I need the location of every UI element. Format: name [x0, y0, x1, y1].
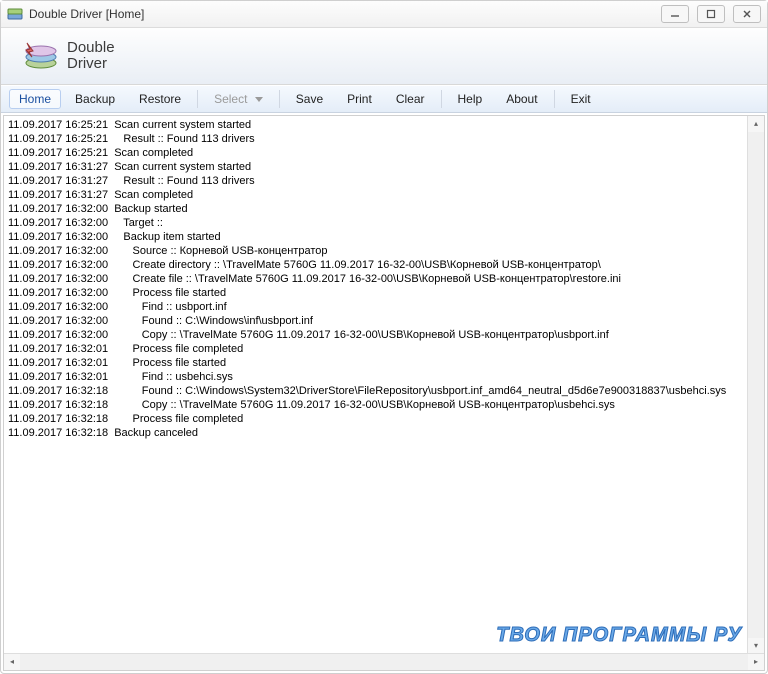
toolbar-select-label: Select	[214, 92, 247, 106]
log-line: 11.09.2017 16:32:00 Create directory :: …	[8, 258, 744, 272]
log-line: 11.09.2017 16:32:00 Find :: usbport.inf	[8, 300, 744, 314]
toolbar-clear[interactable]: Clear	[386, 89, 435, 109]
log-line: 11.09.2017 16:32:00 Create file :: \Trav…	[8, 272, 744, 286]
logo-line1: Double	[67, 40, 115, 56]
window-title: Double Driver [Home]	[29, 7, 144, 21]
titlebar[interactable]: Double Driver [Home]	[1, 1, 767, 28]
toolbar-save[interactable]: Save	[286, 89, 333, 109]
log-line: 11.09.2017 16:32:00 Target ::	[8, 216, 744, 230]
log-line: 11.09.2017 16:31:27 Scan current system …	[8, 160, 744, 174]
log-line: 11.09.2017 16:32:01 Process file started	[8, 356, 744, 370]
toolbar-separator	[279, 90, 280, 108]
toolbar-separator	[554, 90, 555, 108]
log-line: 11.09.2017 16:31:27 Scan completed	[8, 188, 744, 202]
log-line: 11.09.2017 16:32:00 Found :: C:\Windows\…	[8, 314, 744, 328]
logo-line2: Driver	[67, 56, 115, 72]
app-window: Double Driver [Home]	[0, 0, 768, 674]
log-line: 11.09.2017 16:25:21 Scan current system …	[8, 118, 744, 132]
minimize-button[interactable]	[661, 5, 689, 23]
log-line: 11.09.2017 16:32:00 Process file started	[8, 286, 744, 300]
log-line: 11.09.2017 16:32:00 Copy :: \TravelMate …	[8, 328, 744, 342]
toolbar-backup[interactable]: Backup	[65, 89, 125, 109]
toolbar-separator	[441, 90, 442, 108]
log-line: 11.09.2017 16:32:00 Source :: Корневой U…	[8, 244, 744, 258]
scroll-track[interactable]	[748, 132, 764, 638]
log-line: 11.09.2017 16:32:18 Backup canceled	[8, 426, 744, 440]
log-line: 11.09.2017 16:25:21 Scan completed	[8, 146, 744, 160]
toolbar-about[interactable]: About	[496, 89, 547, 109]
log-line: 11.09.2017 16:32:01 Process file complet…	[8, 342, 744, 356]
log-line: 11.09.2017 16:32:18 Copy :: \TravelMate …	[8, 398, 744, 412]
toolbar-print[interactable]: Print	[337, 89, 382, 109]
toolbar-home[interactable]: Home	[9, 89, 61, 109]
log-line: 11.09.2017 16:32:01 Find :: usbehci.sys	[8, 370, 744, 384]
toolbar: Home Backup Restore Select Save Print Cl…	[1, 85, 767, 113]
scroll-down-icon[interactable]: ▾	[748, 638, 764, 654]
log-line: 11.09.2017 16:32:18 Found :: C:\Windows\…	[8, 384, 744, 398]
chevron-down-icon	[255, 97, 263, 102]
toolbar-exit[interactable]: Exit	[561, 89, 601, 109]
scroll-left-icon[interactable]: ◂	[4, 654, 20, 670]
log-line: 11.09.2017 16:32:00 Backup item started	[8, 230, 744, 244]
toolbar-select: Select	[204, 89, 273, 109]
logo-icon	[23, 41, 59, 71]
app-icon	[7, 6, 23, 22]
log-text[interactable]: 11.09.2017 16:25:21 Scan current system …	[4, 116, 748, 654]
toolbar-help[interactable]: Help	[448, 89, 493, 109]
window-controls	[661, 5, 761, 23]
horizontal-scrollbar[interactable]: ◂ ▸	[4, 653, 764, 670]
toolbar-separator	[197, 90, 198, 108]
log-line: 11.09.2017 16:32:18 Process file complet…	[8, 412, 744, 426]
scroll-right-icon[interactable]: ▸	[748, 654, 764, 670]
content-area: 11.09.2017 16:25:21 Scan current system …	[1, 113, 767, 673]
vertical-scrollbar[interactable]: ▴ ▾	[747, 116, 764, 654]
header-band: Double Driver	[1, 28, 767, 85]
log-line: 11.09.2017 16:32:00 Backup started	[8, 202, 744, 216]
log-line: 11.09.2017 16:25:21 Result :: Found 113 …	[8, 132, 744, 146]
maximize-button[interactable]	[697, 5, 725, 23]
logo-text: Double Driver	[67, 40, 115, 72]
close-button[interactable]	[733, 5, 761, 23]
scroll-up-icon[interactable]: ▴	[748, 116, 764, 132]
log-panel[interactable]: 11.09.2017 16:25:21 Scan current system …	[3, 115, 765, 671]
log-line: 11.09.2017 16:31:27 Result :: Found 113 …	[8, 174, 744, 188]
toolbar-restore[interactable]: Restore	[129, 89, 191, 109]
scroll-track[interactable]	[20, 654, 748, 670]
app-logo: Double Driver	[23, 40, 115, 72]
